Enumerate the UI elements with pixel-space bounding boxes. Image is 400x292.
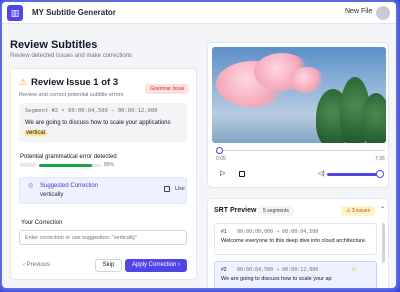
app-logo-icon: ▥ <box>7 5 23 21</box>
top-bar: ▥ MY Subtitle Generator New File <box>2 2 396 24</box>
segment-text-before: We are going to discuss how to scale you… <box>25 120 171 126</box>
error-label: Potential grammatical error detected <box>20 154 117 160</box>
copy-icon[interactable] <box>164 186 170 192</box>
issue-type-badge: Grammar Issue <box>145 84 190 94</box>
video-frame[interactable] <box>212 47 386 143</box>
confidence-indicator <box>20 163 36 167</box>
volume-icon[interactable]: ◁) <box>318 170 325 177</box>
page-subtitle: Review detected issues and make correcti… <box>10 53 133 59</box>
srt-entry-text: Welcome everyone to this deep dive into … <box>221 238 367 244</box>
srt-entry-text: We are going to discuss how to scale you… <box>221 276 332 282</box>
suggestion-text: vertically <box>40 192 64 198</box>
play-icon[interactable]: ▷ <box>220 169 225 177</box>
srt-preview-panel: SRT Preview 5 segments ⚠ 3 issues ⌃ #1 0… <box>207 198 389 288</box>
confidence-bar <box>39 164 101 167</box>
review-issue-card: ⚠ Review Issue 1 of 3 Grammar Issue Revi… <box>10 68 197 280</box>
stop-icon[interactable] <box>239 171 245 177</box>
progress-thumb[interactable] <box>216 147 223 154</box>
video-tree <box>362 93 386 143</box>
srt-entry-time: 00:00:00,000 → 00:00:04,500 <box>237 229 319 235</box>
new-file-button[interactable]: New File <box>345 8 372 15</box>
app-title: MY Subtitle Generator <box>32 8 116 17</box>
current-time: 0:05 <box>216 156 226 162</box>
apply-correction-button[interactable]: Apply Correction › <box>125 259 187 272</box>
skip-button[interactable]: Skip <box>95 259 122 272</box>
segment-text-after: . <box>46 130 48 136</box>
suggestion-box: ◎ Suggested Correction vertically Use <box>19 177 187 204</box>
segment-header: Segment #2 • 00:00:04,500 – 00:00:12,000 <box>25 108 158 114</box>
correction-input[interactable] <box>19 230 187 245</box>
total-time: 7:36 <box>375 156 385 162</box>
warning-icon: ⚠ <box>19 77 28 87</box>
segment-box: Segment #2 • 00:00:04,500 – 00:00:12,000… <box>19 103 187 142</box>
suggestion-title: Suggested Correction <box>40 183 99 189</box>
progress-track[interactable] <box>223 150 385 151</box>
user-avatar[interactable] <box>376 6 390 20</box>
page-title: Review Subtitles <box>10 39 98 51</box>
srt-entry-number: #1 <box>221 229 227 235</box>
issue-title: Review Issue 1 of 3 <box>31 77 119 88</box>
confidence-value: 85% <box>104 162 115 168</box>
suggestion-icon: ◎ <box>28 183 34 189</box>
warning-icon: ⚠ <box>351 267 357 273</box>
chevron-up-icon[interactable]: ⌃ <box>380 206 385 213</box>
issue-description: Review and correct potential subtitle er… <box>19 92 124 98</box>
confidence-bar-fill <box>39 164 92 167</box>
srt-scrollbar[interactable] <box>382 223 385 263</box>
srt-entry[interactable]: #2 00:00:04,500 → 00:00:12,000 ⚠ We are … <box>214 261 377 288</box>
srt-entry[interactable]: #1 00:00:00,000 → 00:00:04,500 Welcome e… <box>214 223 377 255</box>
segment-text: We are going to discuss how to scale you… <box>25 118 185 138</box>
error-highlight: vertical <box>25 130 47 136</box>
issues-badge: ⚠ 3 issues <box>341 206 376 216</box>
segments-badge: 5 segments <box>258 206 294 216</box>
volume-slider[interactable] <box>327 173 381 176</box>
previous-button[interactable]: ‹ Previous <box>23 262 50 268</box>
video-player: 0:05 7:36 ▷ ◁) <box>207 42 389 188</box>
srt-title: SRT Preview <box>214 207 257 214</box>
volume-thumb[interactable] <box>376 170 384 178</box>
srt-entry-time: 00:00:04,500 → 00:00:12,000 <box>237 267 319 273</box>
use-suggestion-button[interactable]: Use <box>175 186 185 192</box>
video-cloud <box>290 67 324 93</box>
correction-label: Your Correction <box>21 220 63 226</box>
srt-entry-number: #2 <box>221 267 227 273</box>
app-window: ▥ MY Subtitle Generator New File Review … <box>2 2 396 288</box>
